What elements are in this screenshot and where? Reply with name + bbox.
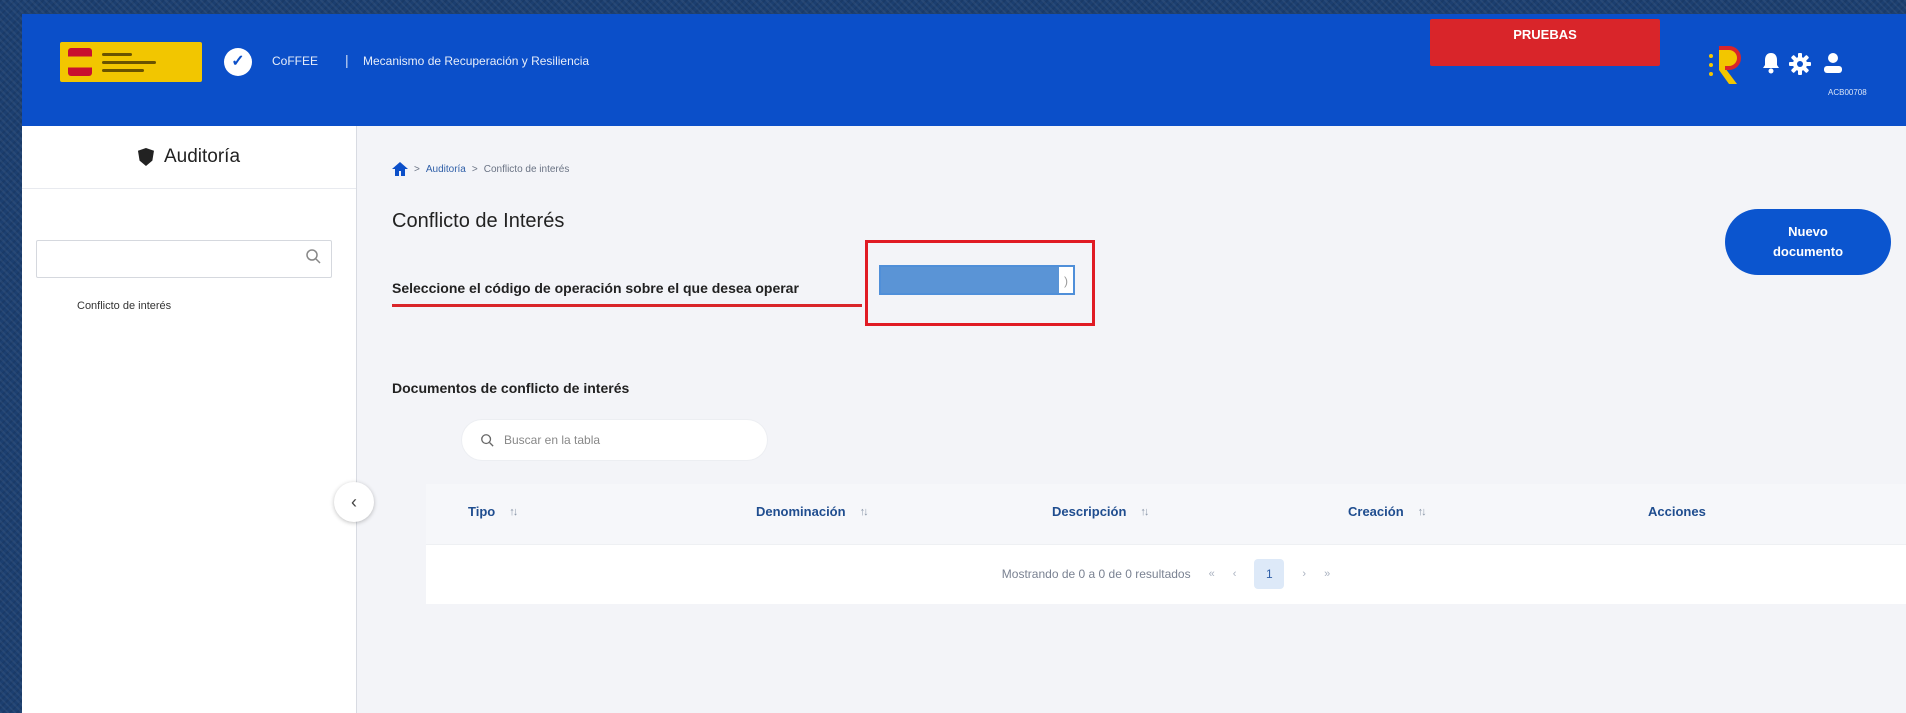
sidebar-search-input[interactable]: [36, 240, 332, 278]
breadcrumb-separator: >: [471, 163, 478, 175]
documents-table: Tipo ↑↓ Denominación ↑↓ Descripción ↑↓ Crea…: [426, 484, 1906, 604]
column-label: Acciones: [1648, 504, 1706, 519]
collapse-sidebar-button[interactable]: ‹: [334, 482, 374, 522]
column-header-descripcion[interactable]: Descripción ↑↓: [1052, 504, 1149, 519]
new-document-button[interactable]: Nuevo documento: [1725, 209, 1891, 275]
sort-icon[interactable]: ↑↓: [509, 506, 518, 518]
breadcrumb-separator: >: [414, 163, 420, 175]
dropdown-arrow-icon: ): [1059, 267, 1073, 293]
home-icon[interactable]: [392, 162, 408, 176]
column-label: Tipo: [468, 504, 496, 519]
breadcrumb-conflicto-de-interes: Conflicto de interés: [483, 163, 570, 175]
environment-badge: PRUEBAS: [1430, 19, 1660, 66]
previous-page-button[interactable]: ‹: [1233, 568, 1237, 580]
table-search[interactable]: [462, 420, 767, 460]
label-highlight-underline: [392, 304, 862, 307]
settings-gear-icon[interactable]: [1788, 52, 1812, 80]
user-icon[interactable]: [1822, 52, 1844, 78]
search-icon: [481, 434, 494, 447]
coat-of-arms-icon: [68, 48, 92, 76]
new-document-button-label: Nuevo documento: [1772, 223, 1844, 259]
operation-code-label: Seleccione el código de operación sobre …: [392, 280, 799, 296]
sidebar: Auditoría Conflicto de interés: [22, 126, 357, 713]
app-logo-icon[interactable]: ✓: [224, 48, 252, 76]
column-header-acciones: Acciones: [1648, 504, 1706, 519]
sidebar-title: Auditoría: [163, 146, 241, 167]
operation-code-select[interactable]: ): [879, 265, 1075, 295]
next-page-button[interactable]: ›: [1302, 568, 1306, 580]
sort-icon[interactable]: ↑↓: [860, 506, 869, 518]
last-page-button[interactable]: »: [1324, 568, 1330, 580]
table-pagination: Mostrando de 0 a 0 de 0 resultados « ‹ 1…: [426, 544, 1906, 604]
column-label: Denominación: [756, 504, 846, 519]
sidebar-item-conflicto-de-interes[interactable]: Conflicto de interés: [77, 300, 171, 312]
top-header: ✓ CoFFEE | Mecanismo de Recuperación y R…: [22, 14, 1906, 126]
search-icon: [306, 249, 321, 264]
app-screen: ✓ CoFFEE | Mecanismo de Recuperación y R…: [22, 14, 1906, 713]
ministry-text-graphic: [102, 52, 156, 72]
documents-section-title: Documentos de conflicto de interés: [392, 380, 630, 396]
notification-bell-icon[interactable]: [1762, 52, 1780, 78]
column-header-denominacion[interactable]: Denominación ↑↓: [756, 504, 869, 519]
sort-icon[interactable]: ↑↓: [1418, 506, 1427, 518]
column-label: Creación: [1348, 504, 1404, 519]
table-header: Tipo ↑↓ Denominación ↑↓ Descripción ↑↓ Crea…: [426, 484, 1906, 545]
app-name: CoFFEE: [272, 54, 319, 68]
current-page-button[interactable]: 1: [1254, 559, 1285, 589]
sidebar-header: Auditoría: [22, 126, 356, 189]
government-logo[interactable]: [60, 42, 202, 82]
sort-icon[interactable]: ↑↓: [1140, 506, 1149, 518]
page-title: Conflicto de Interés: [392, 210, 565, 232]
operation-code-highlight-box: ): [865, 240, 1095, 326]
column-label: Descripción: [1052, 504, 1127, 519]
shield-icon: [137, 148, 154, 166]
table-search-input[interactable]: [502, 432, 746, 448]
pagination-summary: Mostrando de 0 a 0 de 0 resultados: [1001, 567, 1191, 581]
user-code: ACB00708: [1828, 88, 1867, 97]
recovery-plan-logo-icon: [1705, 46, 1741, 84]
breadcrumb: > Auditoría > Conflicto de interés: [392, 162, 569, 176]
chevron-left-icon: ‹: [351, 491, 357, 512]
header-separator: |: [345, 52, 349, 68]
first-page-button[interactable]: «: [1209, 568, 1215, 580]
column-header-tipo[interactable]: Tipo ↑↓: [468, 504, 518, 519]
column-header-creacion[interactable]: Creación ↑↓: [1348, 504, 1427, 519]
app-subtitle: Mecanismo de Recuperación y Resiliencia: [363, 54, 590, 68]
breadcrumb-auditoria[interactable]: Auditoría: [426, 164, 466, 175]
